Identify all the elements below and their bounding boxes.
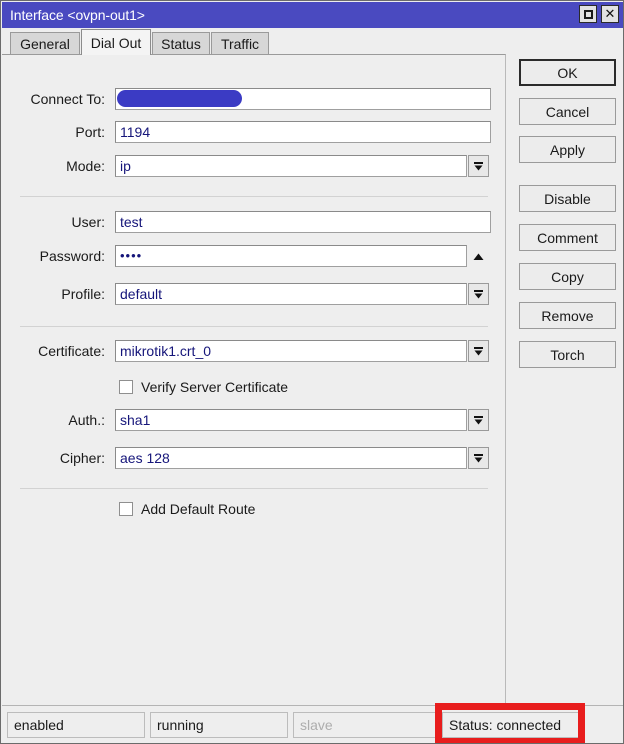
tab-bar: General Dial Out Status Traffic [2, 28, 623, 55]
user-input[interactable]: test [115, 211, 491, 233]
tab-status[interactable]: Status [152, 32, 210, 55]
auth-dropdown-button[interactable] [468, 409, 489, 431]
comment-button[interactable]: Comment [519, 224, 616, 251]
verify-server-certificate-checkbox[interactable] [119, 380, 133, 394]
action-button-panel: OK Cancel Apply Disable Comment Copy Rem… [507, 54, 623, 704]
maximize-button[interactable] [579, 5, 597, 23]
connect-to-label: Connect To: [30, 91, 105, 107]
password-label: Password: [39, 248, 105, 264]
field-row-auth: Auth.: sha1 [2, 409, 492, 431]
add-default-route-checkbox[interactable] [119, 502, 133, 516]
status-slave: slave [293, 712, 437, 738]
add-default-route-row[interactable]: Add Default Route [119, 499, 255, 519]
field-row-connect-to: Connect To: [2, 88, 492, 110]
status-connection: Status: connected [442, 712, 580, 738]
tab-dial-out[interactable]: Dial Out [81, 29, 151, 55]
title-bar: Interface <ovpn-out1> ✕ [2, 2, 623, 28]
password-expand-button[interactable] [468, 245, 489, 267]
profile-label: Profile: [61, 286, 105, 302]
field-row-password: Password: •••• [2, 245, 492, 267]
certificate-dropdown-button[interactable] [468, 340, 489, 362]
form-separator-3 [20, 488, 488, 489]
triangle-up-icon [473, 253, 484, 260]
mode-input[interactable]: ip [115, 155, 467, 177]
port-input[interactable]: 1194 [115, 121, 491, 143]
content-area: Connect To: Port: 1194 Mode: ip User: te… [2, 54, 623, 704]
verify-server-certificate-row[interactable]: Verify Server Certificate [119, 377, 288, 397]
field-row-mode: Mode: ip [2, 155, 492, 177]
mode-label: Mode: [66, 158, 105, 174]
interface-dialog-window: Interface <ovpn-out1> ✕ General Dial Out… [0, 0, 624, 744]
certificate-label: Certificate: [38, 343, 105, 359]
field-row-certificate: Certificate: mikrotik1.crt_0 [2, 340, 492, 362]
status-enabled: enabled [7, 712, 145, 738]
disable-button[interactable]: Disable [519, 185, 616, 212]
torch-button[interactable]: Torch [519, 341, 616, 368]
mode-dropdown-button[interactable] [468, 155, 489, 177]
copy-button[interactable]: Copy [519, 263, 616, 290]
cipher-label: Cipher: [59, 450, 105, 466]
field-row-user: User: test [2, 211, 492, 233]
form-separator-1 [20, 196, 488, 197]
remove-button[interactable]: Remove [519, 302, 616, 329]
chevron-down-icon [474, 289, 483, 298]
password-input[interactable]: •••• [115, 245, 467, 267]
maximize-icon [583, 9, 593, 19]
chevron-down-icon [474, 415, 483, 424]
field-row-cipher: Cipher: aes 128 [2, 447, 492, 469]
certificate-input[interactable]: mikrotik1.crt_0 [115, 340, 467, 362]
chevron-down-icon [474, 346, 483, 355]
status-bar: enabled running slave Status: connected [2, 705, 623, 743]
tab-general[interactable]: General [10, 32, 80, 55]
auth-input[interactable]: sha1 [115, 409, 467, 431]
close-button[interactable]: ✕ [601, 5, 619, 23]
form-separator-2 [20, 326, 488, 327]
window-title: Interface <ovpn-out1> [10, 7, 145, 23]
cipher-dropdown-button[interactable] [468, 447, 489, 469]
chevron-down-icon [474, 161, 483, 170]
verify-server-certificate-label: Verify Server Certificate [141, 379, 289, 395]
window-controls: ✕ [579, 5, 619, 23]
auth-label: Auth.: [68, 412, 105, 428]
user-label: User: [71, 214, 105, 230]
profile-dropdown-button[interactable] [468, 283, 489, 305]
add-default-route-label: Add Default Route [141, 501, 256, 517]
chevron-down-icon [474, 453, 483, 462]
field-row-port: Port: 1194 [2, 121, 492, 143]
profile-input[interactable]: default [115, 283, 467, 305]
cancel-button[interactable]: Cancel [519, 98, 616, 125]
status-running: running [150, 712, 288, 738]
connect-to-redaction [117, 90, 242, 107]
apply-button[interactable]: Apply [519, 136, 616, 163]
tab-traffic[interactable]: Traffic [211, 32, 269, 55]
ok-button[interactable]: OK [519, 59, 616, 86]
close-icon: ✕ [604, 6, 616, 22]
dial-out-form: Connect To: Port: 1194 Mode: ip User: te… [2, 54, 506, 704]
port-label: Port: [75, 124, 105, 140]
field-row-profile: Profile: default [2, 283, 492, 305]
cipher-input[interactable]: aes 128 [115, 447, 467, 469]
